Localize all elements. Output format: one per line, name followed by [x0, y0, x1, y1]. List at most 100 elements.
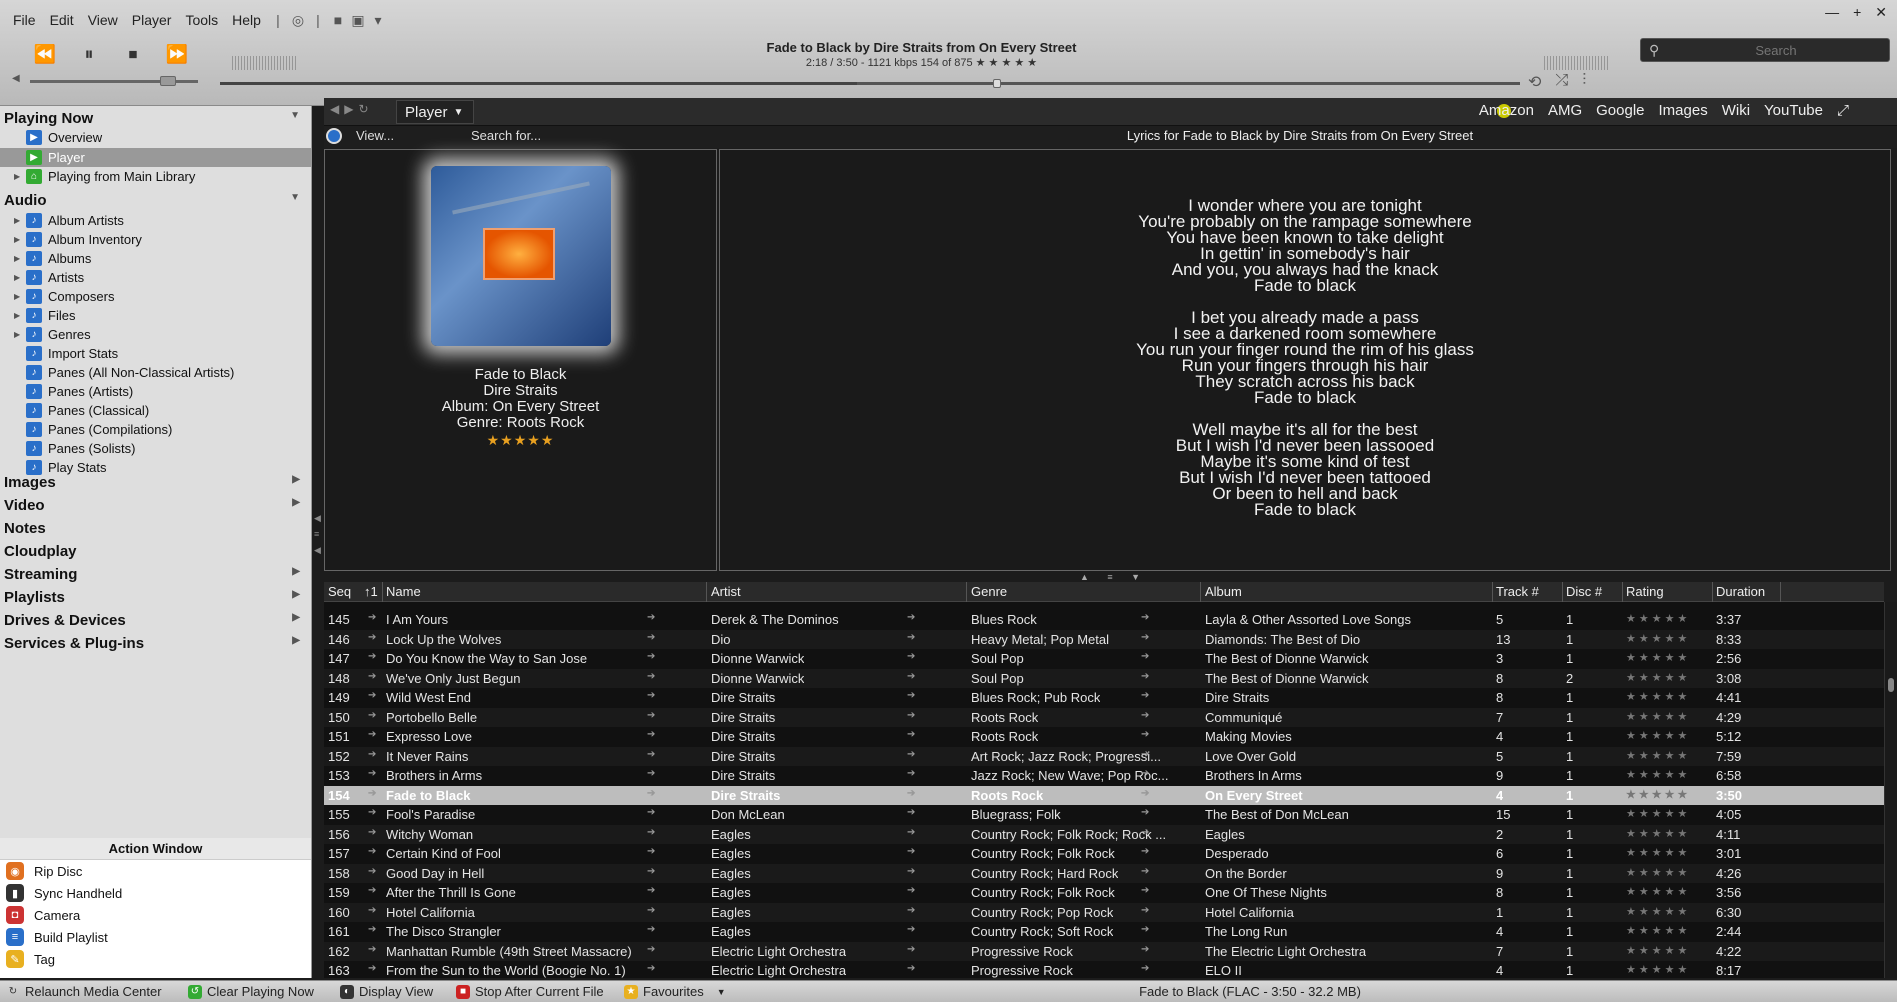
go-arrow-icon[interactable]: ➔ [647, 749, 655, 760]
column-seq[interactable]: Seq [328, 584, 351, 599]
rating-stars[interactable]: ★★★★★ [1626, 885, 1690, 898]
table-row[interactable]: 148 We've Only Just Begun Dionne Warwick So… [324, 668, 1884, 688]
go-arrow-icon[interactable]: ➔ [907, 788, 915, 799]
go-arrow-icon[interactable]: ➔ [1141, 924, 1149, 935]
sidebar-item-audio[interactable]: ♪ Panes (Solists) [14, 439, 310, 458]
go-arrow-icon[interactable]: ➔ [1141, 963, 1149, 974]
sidebar-item-audio[interactable]: ▶ ♪ Album Artists [14, 211, 310, 230]
go-arrow-icon[interactable]: ➔ [907, 963, 915, 974]
relaunch-button[interactable]: ↻ Relaunch Media Center [6, 984, 162, 999]
link-amg[interactable]: AMG [1548, 102, 1582, 119]
sidebar-item-audio[interactable]: ▶ ♪ Album Inventory [14, 230, 310, 249]
sidebar-section-video[interactable]: Video ▶ [4, 497, 304, 514]
track-list-scrollbar[interactable] [1884, 602, 1897, 978]
go-arrow-icon[interactable]: ➔ [647, 866, 655, 877]
column-track[interactable]: Track # [1496, 584, 1539, 599]
go-arrow-icon[interactable]: ➔ [1141, 944, 1149, 955]
rating-stars[interactable]: ★★★★★ [1626, 807, 1690, 820]
rating-stars[interactable]: ★★★★★ [1626, 963, 1690, 976]
sidebar-section-services[interactable]: Services & Plug-ins ▶ [4, 635, 304, 652]
display-view-button[interactable]: ◐ Display View [340, 984, 433, 999]
go-arrow-icon[interactable]: ➔ [1141, 905, 1149, 916]
chevron-right-icon[interactable]: ▶ [292, 612, 300, 623]
column-rating[interactable]: Rating [1626, 584, 1664, 599]
go-arrow-icon[interactable]: ➔ [647, 944, 655, 955]
go-arrow-icon[interactable]: ➔ [647, 788, 655, 799]
go-arrow-icon[interactable]: ➔ [368, 905, 376, 916]
seek-knob[interactable] [993, 79, 1001, 88]
track-rating[interactable]: ★★★★★ [324, 432, 717, 449]
table-row[interactable]: 158 Good Day in Hell Eagles Country Rock; H… [324, 863, 1884, 883]
go-arrow-icon[interactable]: ➔ [368, 944, 376, 955]
rating-stars[interactable]: ★★★★★ [1626, 866, 1690, 879]
table-row[interactable]: 145 I Am Yours Derek & The Dominos Blues Ro… [324, 610, 1884, 629]
go-arrow-icon[interactable]: ➔ [647, 963, 655, 974]
go-arrow-icon[interactable]: ➔ [1141, 827, 1149, 838]
rating-stars[interactable]: ★★★★★ [1626, 710, 1690, 723]
go-arrow-icon[interactable]: ➔ [647, 768, 655, 779]
search-input[interactable] [1669, 41, 1883, 59]
action-build-playlist[interactable]: ≡ Build Playlist [0, 926, 311, 948]
go-arrow-icon[interactable]: ➔ [907, 944, 915, 955]
sidebar-item-audio[interactable]: ▶ ♪ Composers [14, 287, 310, 306]
table-row[interactable]: 157 Certain Kind of Fool Eagles Country Roc… [324, 844, 1884, 863]
sidebar-item-audio[interactable]: ♪ Panes (Compilations) [14, 420, 310, 439]
table-row[interactable]: 153 Brothers in Arms Dire Straits Jazz Rock… [324, 766, 1884, 785]
refresh-icon[interactable]: ↻ [358, 102, 368, 116]
sidebar-section-playing-now[interactable]: Playing Now ▼ [4, 110, 304, 127]
table-row[interactable]: 151 Expresso Love Dire Straits Roots Rock Ma… [324, 727, 1884, 746]
table-row[interactable]: 160 Hotel California Eagles Country Rock; P… [324, 902, 1884, 922]
sidebar-item-audio[interactable]: ▶ ♪ Files [14, 306, 310, 325]
scrollbar-thumb[interactable] [1888, 678, 1894, 692]
maximize-icon[interactable]: + [1853, 4, 1861, 21]
action-sync-handheld[interactable]: ▮ Sync Handheld [0, 882, 311, 904]
expand-arrow-icon[interactable]: ▶ [14, 273, 26, 282]
stop-after-button[interactable]: ■ Stop After Current File [456, 984, 604, 999]
link-google[interactable]: Google [1596, 102, 1644, 119]
go-arrow-icon[interactable]: ➔ [907, 866, 915, 877]
chevron-down-icon[interactable]: ▼ [290, 110, 300, 121]
action-tag[interactable]: ✎ Tag [0, 948, 311, 970]
go-arrow-icon[interactable]: ➔ [907, 612, 915, 623]
expand-arrow-icon[interactable]: ▶ [14, 311, 26, 320]
rating-stars[interactable]: ★★★★★ [1626, 729, 1690, 742]
expand-arrow-icon[interactable]: ▶ [14, 216, 26, 225]
go-arrow-icon[interactable]: ➔ [1141, 749, 1149, 760]
go-arrow-icon[interactable]: ➔ [647, 905, 655, 916]
shuffle-icon[interactable]: ⤮ [1555, 72, 1568, 92]
link-amazon[interactable]: Amazon [1479, 102, 1534, 119]
tab-player[interactable]: Player ▼ [396, 100, 474, 124]
go-arrow-icon[interactable]: ➔ [368, 924, 376, 935]
go-arrow-icon[interactable]: ➔ [907, 807, 915, 818]
sidebar-item-overview[interactable]: ▶ Overview [14, 128, 310, 147]
back-icon[interactable]: ◀ [330, 102, 339, 116]
go-arrow-icon[interactable]: ➔ [1141, 788, 1149, 799]
go-arrow-icon[interactable]: ➔ [907, 846, 915, 857]
chevron-right-icon[interactable]: ▶ [292, 635, 300, 646]
sidebar-item-audio[interactable]: ♪ Panes (All Non-Classical Artists) [14, 363, 310, 382]
sidebar-item-audio[interactable]: ▶ ♪ Genres [14, 325, 310, 344]
go-arrow-icon[interactable]: ➔ [1141, 729, 1149, 740]
chevron-right-icon[interactable]: ▶ [292, 589, 300, 600]
rating-stars[interactable]: ★★★★★ [1626, 905, 1690, 918]
go-arrow-icon[interactable]: ➔ [368, 651, 376, 662]
stop-square-icon[interactable]: ■ [328, 11, 348, 29]
table-row[interactable]: 156 Witchy Woman Eagles Country Rock; Folk … [324, 824, 1884, 844]
go-arrow-icon[interactable]: ➔ [1141, 612, 1149, 623]
expand-arrow-icon[interactable]: ▶ [14, 292, 26, 301]
chevron-right-icon[interactable]: ▶ [292, 566, 300, 577]
go-arrow-icon[interactable]: ➔ [907, 924, 915, 935]
go-arrow-icon[interactable]: ➔ [1141, 846, 1149, 857]
go-arrow-icon[interactable]: ➔ [907, 651, 915, 662]
action-rip-disc[interactable]: ◉ Rip Disc [0, 860, 311, 882]
menu-edit[interactable]: Edit [43, 12, 81, 28]
table-row[interactable]: 150 Portobello Belle Dire Straits Roots Roc… [324, 707, 1884, 727]
menu-file[interactable]: File [6, 12, 43, 28]
go-arrow-icon[interactable]: ➔ [1141, 710, 1149, 721]
go-arrow-icon[interactable]: ➔ [907, 768, 915, 779]
go-arrow-icon[interactable]: ➔ [907, 690, 915, 701]
go-arrow-icon[interactable]: ➔ [1141, 690, 1149, 701]
chevron-right-icon[interactable]: ▶ [292, 474, 300, 485]
go-arrow-icon[interactable]: ➔ [907, 632, 915, 643]
table-row[interactable]: 146 Lock Up the Wolves Dio Heavy Metal; Pop… [324, 629, 1884, 649]
